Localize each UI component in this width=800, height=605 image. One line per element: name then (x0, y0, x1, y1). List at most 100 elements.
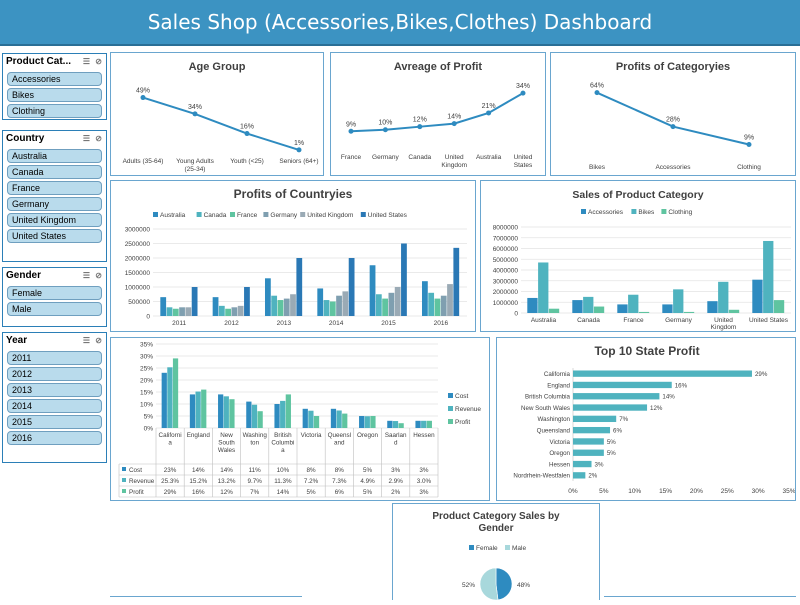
year-slicer-item[interactable]: 2016 (7, 431, 102, 445)
clear-filter-icon[interactable]: ⊘ (95, 57, 102, 66)
legend-swatch (300, 212, 306, 217)
y-tick-label: Victoria (549, 439, 570, 446)
legend-swatch (122, 489, 126, 493)
series-line (350, 92, 524, 133)
x-tick-label: Oregon (357, 432, 379, 439)
data-label: 64% (590, 83, 604, 90)
data-point (192, 111, 198, 117)
bar (212, 297, 219, 316)
bar (382, 298, 388, 316)
table-cell: 5% (363, 489, 373, 496)
gender-slicer: Gender ☰ ⊘ Female Male (2, 267, 107, 327)
x-tick-label: Youth (<25) (230, 158, 264, 165)
country-slicer-item[interactable]: United States (7, 229, 102, 243)
y-tick-label: 2000000 (493, 289, 519, 296)
bar (179, 307, 185, 316)
bar (201, 389, 207, 428)
bar (342, 413, 348, 428)
country-slicer-item[interactable]: United Kingdom (7, 213, 102, 227)
bar (246, 401, 252, 428)
bar (572, 300, 583, 313)
year-slicer-item[interactable]: 2015 (7, 415, 102, 429)
table-row-label: Revenue (129, 478, 155, 485)
bar (538, 262, 549, 313)
bar (257, 411, 263, 428)
product-category-slicer-item[interactable]: Bikes (7, 88, 102, 102)
bar (638, 311, 650, 313)
x-tick-label: (25-34) (185, 166, 206, 173)
bar (283, 298, 290, 316)
clear-filter-icon[interactable]: ⊘ (95, 336, 102, 345)
chart-title: Sales of Product Category (572, 189, 703, 201)
country-slicer-item[interactable]: Canada (7, 165, 102, 179)
multi-select-icon[interactable]: ☰ (83, 336, 90, 345)
x-tick-label: 25% (721, 488, 734, 495)
multi-select-icon[interactable]: ☰ (83, 271, 90, 280)
product-category-slicer: Product Cat... ☰ ⊘ Accessories Bikes Clothing (2, 53, 107, 120)
clear-filter-icon[interactable]: ⊘ (95, 271, 102, 280)
country-slicer: Country ☰ ⊘ Australia Canada France Germany Uni… (2, 130, 107, 262)
year-slicer-item[interactable]: 2014 (7, 399, 102, 413)
year-slicer-item[interactable]: 2013 (7, 383, 102, 397)
legend-label: Australia (160, 212, 186, 219)
multi-select-icon[interactable]: ☰ (83, 134, 90, 143)
x-tick-label: Germany (665, 317, 692, 324)
country-slicer-item[interactable]: Germany (7, 197, 102, 211)
country-slicer-item[interactable]: Australia (7, 149, 102, 163)
y-tick-label: California (544, 371, 571, 378)
y-tick-label: 2000000 (125, 256, 151, 263)
table-cell: 8% (335, 467, 345, 474)
top10-state-profit-panel: Top 10 State Profit 0% 5% 10% 15% 20% 25% 30% 35… (496, 337, 796, 501)
x-tick-label: England (187, 432, 211, 439)
x-tick-label: France (623, 317, 644, 324)
x-tick-label: Australia (476, 154, 502, 161)
table-cell: 15.2% (189, 478, 207, 485)
bar (195, 391, 201, 428)
gender-slicer-item[interactable]: Female (7, 286, 102, 300)
bar (388, 292, 395, 316)
bar (573, 426, 611, 434)
bar (773, 300, 785, 313)
data-point (520, 90, 526, 96)
product-category-slicer-item[interactable]: Accessories (7, 72, 102, 86)
x-tick-label: Hessen (413, 432, 435, 439)
multi-select-icon[interactable]: ☰ (83, 57, 90, 66)
bar (434, 298, 441, 316)
data-point (451, 121, 457, 127)
x-tick-label: United States (749, 317, 789, 324)
bar (329, 301, 336, 316)
bar (573, 404, 648, 411)
legend-swatch (448, 419, 453, 424)
y-tick-label: Nordrhein-Westfalen (513, 473, 570, 480)
x-tick-label: Adults (35-64) (123, 158, 164, 165)
data-label: 34% (188, 104, 202, 111)
x-tick-label: 10% (628, 488, 641, 495)
bar (364, 416, 370, 428)
data-label: 12% (650, 405, 663, 412)
table-cell: 6% (335, 489, 345, 496)
y-tick-label: 1000000 (493, 300, 519, 307)
bar (323, 300, 330, 316)
table-cell: 2.9% (389, 478, 404, 485)
x-tick-label: 20% (690, 488, 703, 495)
legend-swatch (448, 406, 453, 411)
x-tick-label: Kingdom (711, 324, 737, 331)
year-slicer-header: Year ☰ ⊘ (3, 333, 106, 349)
legend-label: Profit (455, 419, 470, 426)
table-cell: 10% (277, 467, 290, 474)
state-cost-revenue-profit-panel: 0% 5% 10% 15% 20% 25% 30% 35% Cost Revenue Profit C… (110, 337, 490, 501)
year-slicer-item[interactable]: 2012 (7, 367, 102, 381)
y-tick-label: 2500000 (125, 241, 151, 248)
gender-slicer-item[interactable]: Male (7, 302, 102, 316)
chart-title: Profits of Countryies (234, 187, 353, 201)
product-category-slicer-item[interactable]: Clothing (7, 104, 102, 118)
country-slicer-item[interactable]: France (7, 181, 102, 195)
bar (662, 304, 673, 313)
y-tick-label: 30% (140, 354, 153, 361)
data-point (594, 90, 600, 96)
table-cell: 11% (249, 467, 262, 474)
data-label: 48% (517, 582, 530, 589)
clear-filter-icon[interactable]: ⊘ (95, 134, 102, 143)
table-cell: 7.2% (304, 478, 319, 485)
year-slicer-item[interactable]: 2011 (7, 351, 102, 365)
